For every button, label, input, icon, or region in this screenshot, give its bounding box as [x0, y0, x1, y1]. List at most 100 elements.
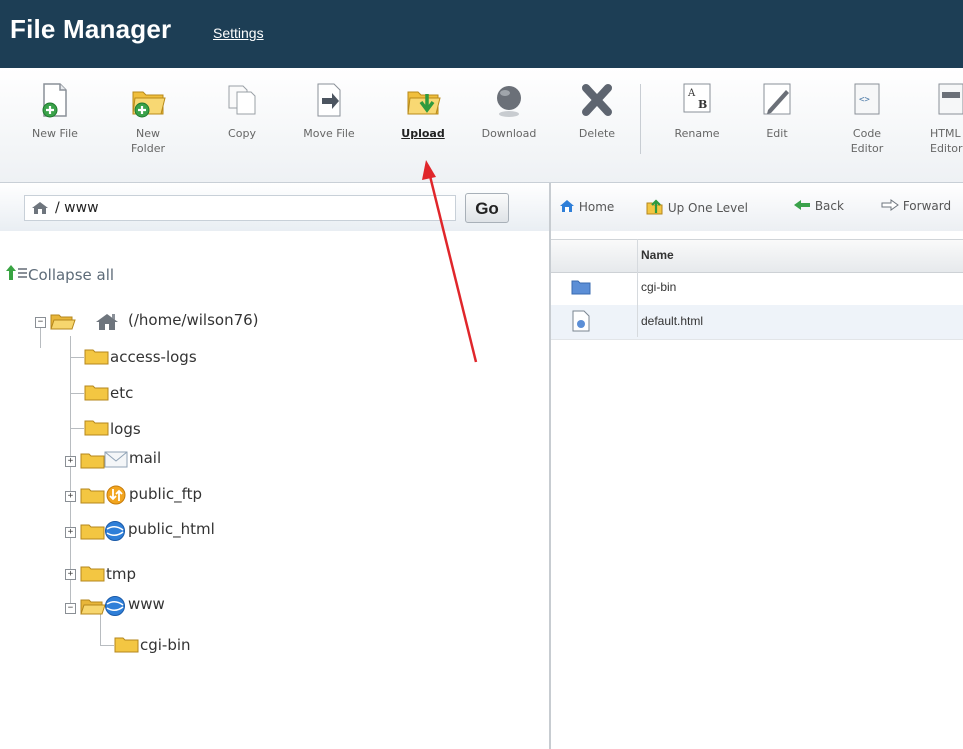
collapse-all-link[interactable]: Collapse all — [6, 265, 115, 284]
edit-icon — [763, 83, 791, 115]
svg-text:B: B — [698, 98, 707, 111]
new-file-button[interactable]: New File — [20, 80, 90, 141]
svg-text:A: A — [687, 88, 696, 99]
tree-item-public-html[interactable]: public_html — [128, 520, 215, 538]
rename-button[interactable]: A B Rename — [662, 80, 732, 141]
html-file-icon — [572, 310, 590, 332]
upload-label: Upload — [401, 127, 445, 140]
new-folder-label: New Folder — [131, 127, 165, 155]
html-editor-button[interactable]: HTML Editor — [918, 80, 963, 156]
path-value: / www — [55, 200, 99, 216]
tree-item-cgi-bin[interactable]: cgi-bin — [140, 636, 191, 654]
copy-button[interactable]: Copy — [207, 80, 277, 141]
delete-icon — [582, 84, 612, 116]
tree-item-logs[interactable]: logs — [110, 420, 141, 438]
folder-open-icon — [80, 599, 106, 615]
public-ftp-expander[interactable]: + — [65, 491, 76, 502]
delete-label: Delete — [578, 127, 616, 140]
code-editor-icon: <> — [854, 83, 880, 115]
new-folder-button[interactable]: New Folder — [108, 80, 188, 156]
name-column-header[interactable]: Name — [641, 248, 674, 262]
tree-item-www[interactable]: www — [128, 595, 165, 613]
tree-root-label[interactable]: (/home/wilson76) — [128, 311, 259, 329]
app-title: File Manager — [10, 14, 172, 44]
app-header: File Manager Settings — [0, 0, 963, 68]
tree-connector — [70, 428, 84, 429]
tree-connector — [100, 645, 114, 646]
public-html-expander[interactable]: + — [65, 527, 76, 538]
new-file-label: New File — [32, 127, 78, 140]
mail-icon — [104, 451, 128, 468]
new-folder-icon — [132, 91, 166, 118]
tree-item-etc[interactable]: etc — [110, 384, 133, 402]
rename-icon: A B — [683, 83, 711, 113]
folder-icon — [571, 280, 591, 295]
edit-label: Edit — [766, 127, 788, 140]
folder-icon — [80, 566, 105, 582]
file-name: cgi-bin — [641, 280, 677, 294]
html-editor-icon — [938, 83, 963, 115]
nav-up-button[interactable]: Up One Level — [646, 199, 748, 215]
delete-button[interactable]: Delete — [562, 80, 632, 141]
move-file-button[interactable]: Move File — [288, 80, 370, 141]
home-icon — [32, 202, 48, 214]
collapse-all-label: Collapse all — [28, 266, 115, 284]
toolbar-separator — [640, 84, 641, 154]
tree-item-public-ftp[interactable]: public_ftp — [129, 485, 202, 503]
copy-label: Copy — [228, 127, 256, 140]
new-file-icon — [42, 83, 67, 118]
column-separator — [637, 239, 638, 337]
download-label: Download — [481, 127, 537, 140]
folder-open-icon — [50, 314, 76, 330]
mail-expander[interactable]: + — [65, 456, 76, 467]
folder-icon — [80, 524, 105, 540]
code-editor-label: Code Editor — [850, 127, 884, 155]
path-input[interactable]: / www — [24, 195, 456, 221]
tree-item-tmp[interactable]: tmp — [106, 565, 136, 583]
tree-connector — [40, 328, 41, 348]
code-editor-button[interactable]: <> Code Editor — [832, 80, 902, 156]
table-row[interactable]: cgi-bin — [551, 271, 963, 306]
tree-connector — [70, 336, 71, 608]
globe-icon — [105, 521, 125, 541]
collapse-all-icon — [6, 265, 27, 280]
ftp-icon — [106, 485, 126, 505]
table-row[interactable]: default.html — [551, 305, 963, 340]
download-button[interactable]: Download — [466, 80, 552, 141]
up-folder-icon — [646, 199, 663, 215]
copy-icon — [228, 85, 256, 115]
go-button[interactable]: Go — [465, 193, 509, 223]
table-header: Name — [551, 239, 963, 273]
html-editor-label: HTML Editor — [930, 127, 963, 155]
path-bar: / www Go — [0, 183, 549, 231]
home-icon — [560, 200, 574, 212]
tree-connector — [70, 357, 84, 358]
nav-up-label: Up One Level — [667, 201, 748, 215]
edit-button[interactable]: Edit — [742, 80, 812, 141]
tmp-expander[interactable]: + — [65, 569, 76, 580]
nav-back-label: Back — [814, 199, 844, 213]
back-arrow-icon — [794, 200, 810, 210]
folder-tree-panel: / www Go Collapse all − (/home/wilson76)… — [0, 183, 549, 749]
nav-home-button[interactable]: Home — [559, 199, 614, 214]
move-file-label: Move File — [303, 127, 355, 140]
root-expander[interactable]: − — [35, 317, 46, 328]
www-expander[interactable]: − — [65, 603, 76, 614]
nav-bar: Home Up One Level Back Forward — [551, 183, 963, 231]
home-icon — [96, 314, 118, 330]
folder-icon — [80, 453, 105, 469]
globe-icon — [105, 596, 125, 616]
upload-button[interactable]: Upload — [388, 80, 458, 141]
download-icon — [497, 86, 521, 117]
forward-arrow-icon — [881, 199, 899, 211]
file-list-panel: Home Up One Level Back Forward Name cgi-… — [551, 183, 963, 749]
svg-text:<>: <> — [859, 95, 870, 105]
nav-home-label: Home — [578, 200, 615, 214]
nav-forward-label: Forward — [902, 199, 952, 213]
nav-back-button[interactable]: Back — [793, 199, 844, 213]
settings-link[interactable]: Settings — [213, 25, 264, 41]
nav-forward-button[interactable]: Forward — [881, 199, 963, 213]
tree-item-mail[interactable]: mail — [129, 449, 161, 467]
upload-icon — [407, 91, 441, 115]
tree-item-access-logs[interactable]: access-logs — [110, 348, 197, 366]
